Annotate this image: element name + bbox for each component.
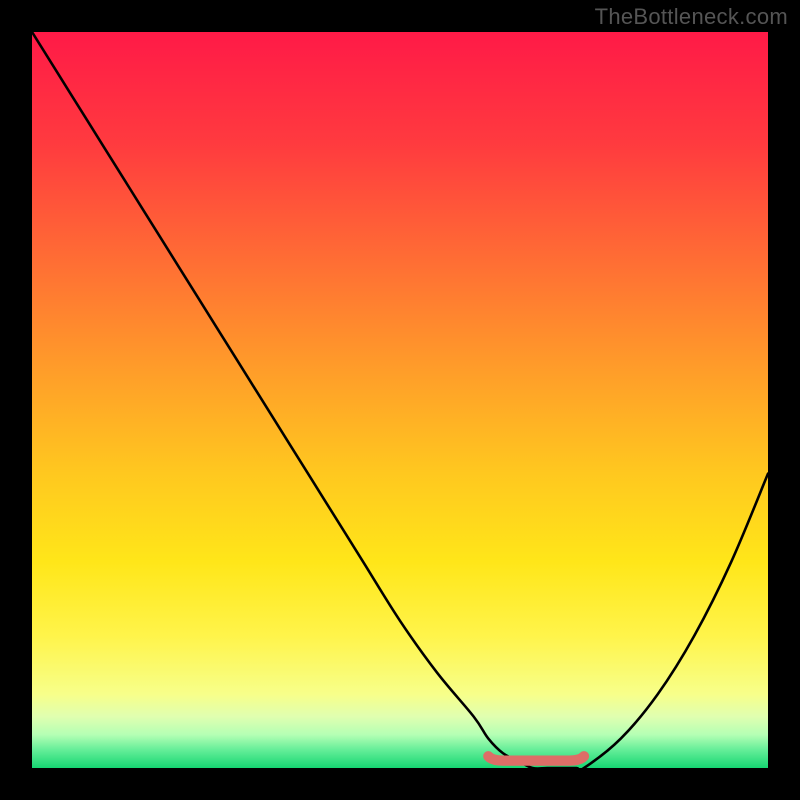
plot-area xyxy=(32,32,768,768)
chart-frame: TheBottleneck.com xyxy=(0,0,800,800)
watermark-text: TheBottleneck.com xyxy=(595,4,788,30)
background-gradient xyxy=(32,32,768,768)
